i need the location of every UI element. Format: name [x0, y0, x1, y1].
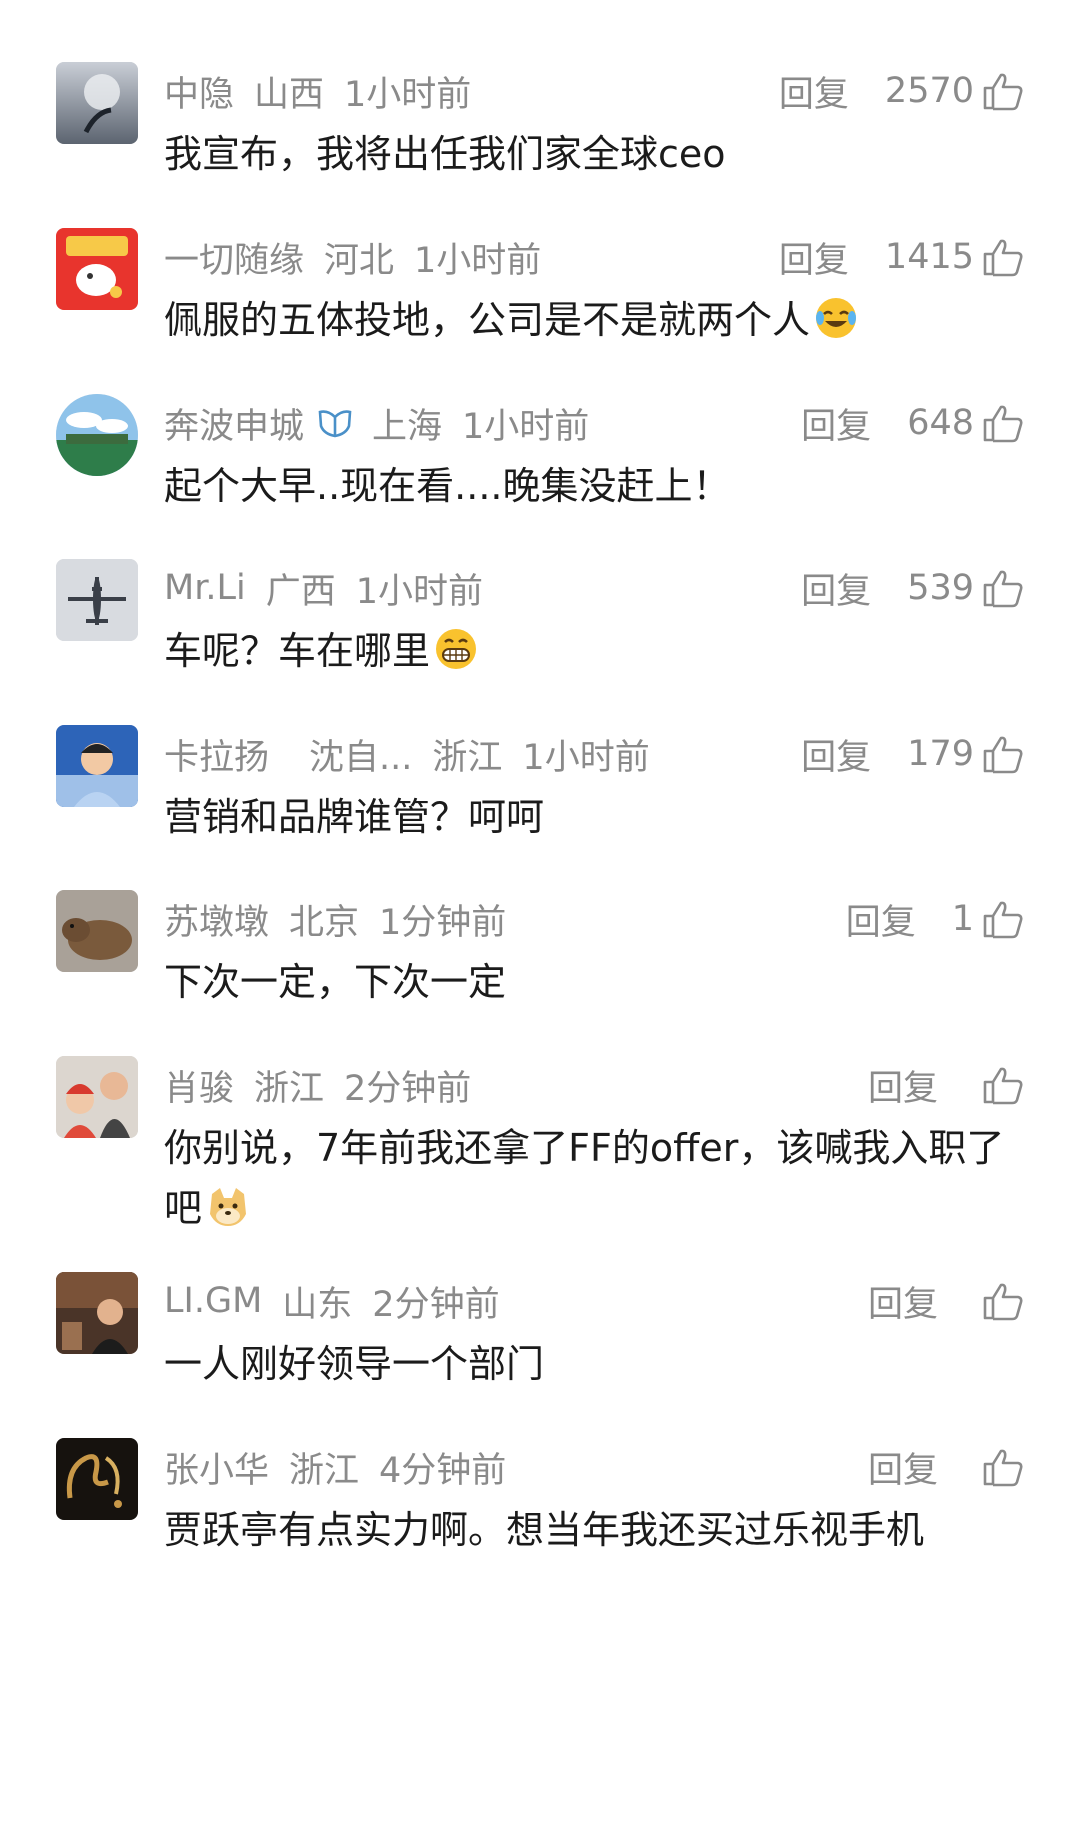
thumbs-up-icon[interactable] [982, 568, 1024, 608]
timestamp: 2分钟前 [344, 1068, 472, 1109]
comment-text: 贾跃亭有点实力啊。想当年我还买过乐视手机 [164, 1508, 925, 1552]
reply-button[interactable]: 回复 [801, 563, 871, 614]
reply-button[interactable]: 回复 [846, 894, 916, 945]
reply-button[interactable]: 回复 [868, 1060, 938, 1111]
comment-text: 起个大早..现在看....晚集没赶上！ [164, 464, 731, 508]
location: 广西 [265, 571, 336, 612]
thumbs-up-icon[interactable] [982, 1065, 1024, 1105]
reply-button[interactable]: 回复 [779, 66, 849, 117]
username[interactable]: 苏墩墩 [164, 894, 269, 945]
avatar[interactable] [56, 890, 138, 972]
avatar[interactable] [56, 725, 138, 807]
timestamp: 1小时前 [522, 737, 650, 778]
like-count: 1415 [884, 237, 974, 277]
reply-button[interactable]: 回复 [868, 1276, 938, 1327]
location: 浙江 [432, 737, 503, 778]
timestamp: 1小时前 [462, 406, 590, 447]
comment-text: 你别说，7年前我还拿了FF的offer，该喊我入职了吧 [164, 1126, 1005, 1230]
thumbs-up-icon[interactable] [982, 1447, 1024, 1487]
comment-text: 下次一定，下次一定 [164, 960, 507, 1004]
username[interactable]: LI.GM [164, 1281, 262, 1321]
timestamp: 1小时前 [344, 74, 472, 115]
thumbs-up-icon[interactable] [982, 71, 1024, 111]
like-count: 539 [907, 568, 974, 608]
comment-text: 营销和品牌谁管？呵呵 [164, 795, 545, 839]
location: 上海 [372, 406, 443, 447]
thumbs-up-icon[interactable] [982, 899, 1024, 939]
avatar[interactable] [56, 228, 138, 310]
avatar[interactable] [56, 1438, 138, 1520]
timestamp: 4分钟前 [379, 1450, 507, 1491]
like-count: 1 [951, 899, 974, 939]
avatar[interactable] [56, 62, 138, 144]
location: 河北 [324, 240, 395, 281]
reply-button[interactable]: 回复 [779, 232, 849, 283]
username[interactable]: 中隐 [164, 66, 234, 117]
timestamp: 1分钟前 [379, 902, 507, 943]
reply-button[interactable]: 回复 [801, 729, 871, 780]
location: 北京 [289, 902, 360, 943]
location: 山东 [282, 1284, 353, 1325]
verified-badge-icon [318, 410, 352, 438]
reply-button[interactable]: 回复 [868, 1442, 938, 1493]
comment-item: Mr.Li 广西 1小时前 回复 539 车呢？车在哪里 [0, 545, 1080, 738]
thumbs-up-icon[interactable] [982, 403, 1024, 443]
comment-item: 一切随缘 河北 1小时前 回复 1415 佩服的五体投地，公司是不是就两个人 [0, 214, 1080, 407]
username[interactable]: 一切随缘 [164, 232, 304, 283]
like-count: 179 [907, 734, 974, 774]
username[interactable]: 奔波申城 [164, 398, 304, 449]
comment-item: LI.GM 山东 2分钟前 回复 一人刚好领导一个部门 [0, 1258, 1080, 1451]
timestamp: 1小时前 [414, 240, 542, 281]
username[interactable]: 张小华 [164, 1442, 269, 1493]
username[interactable]: 肖骏 [164, 1060, 234, 1111]
location: 浙江 [289, 1450, 360, 1491]
comment-item: 中隐 山西 1小时前 回复 2570 我宣布，我将出任我们家全球ceo [0, 48, 1080, 241]
username[interactable]: 卡拉扬 [164, 729, 269, 780]
username-extra: 沈自... [309, 737, 413, 778]
avatar[interactable] [56, 559, 138, 641]
avatar[interactable] [56, 1272, 138, 1354]
username[interactable]: Mr.Li [164, 568, 246, 608]
thumbs-up-icon[interactable] [982, 734, 1024, 774]
laugh-cry-emoji [816, 298, 857, 338]
timestamp: 1小时前 [355, 571, 484, 612]
like-count: 648 [907, 403, 974, 443]
comment-item: 肖骏 浙江 2分钟前 回复 你别说，7年前我还拿了FF的offer，该喊我入职了… [0, 1042, 1080, 1235]
comment-item: 苏墩墩 北京 1分钟前 回复 1 下次一定，下次一定 [0, 876, 1080, 1069]
comment-text: 一人刚好领导一个部门 [164, 1342, 545, 1386]
location: 浙江 [254, 1068, 325, 1109]
like-count: 2570 [884, 71, 974, 111]
avatar[interactable] [56, 394, 138, 476]
timestamp: 2分钟前 [372, 1284, 500, 1325]
thumbs-up-icon[interactable] [982, 1281, 1024, 1321]
comment-text: 我宣布，我将出任我们家全球ceo [164, 132, 726, 176]
doge-emoji [210, 1188, 247, 1226]
comment-text: 佩服的五体投地，公司是不是就两个人 [164, 290, 1024, 350]
thumbs-up-icon[interactable] [982, 237, 1024, 277]
avatar[interactable] [56, 1056, 138, 1138]
grin-emoji [436, 629, 477, 669]
reply-button[interactable]: 回复 [801, 398, 871, 449]
comment-item: 张小华 浙江 4分钟前 回复 贾跃亭有点实力啊。想当年我还买过乐视手机 [0, 1424, 1080, 1617]
comment-text: 车呢？车在哪里 [164, 621, 1024, 681]
location: 山西 [254, 74, 325, 115]
